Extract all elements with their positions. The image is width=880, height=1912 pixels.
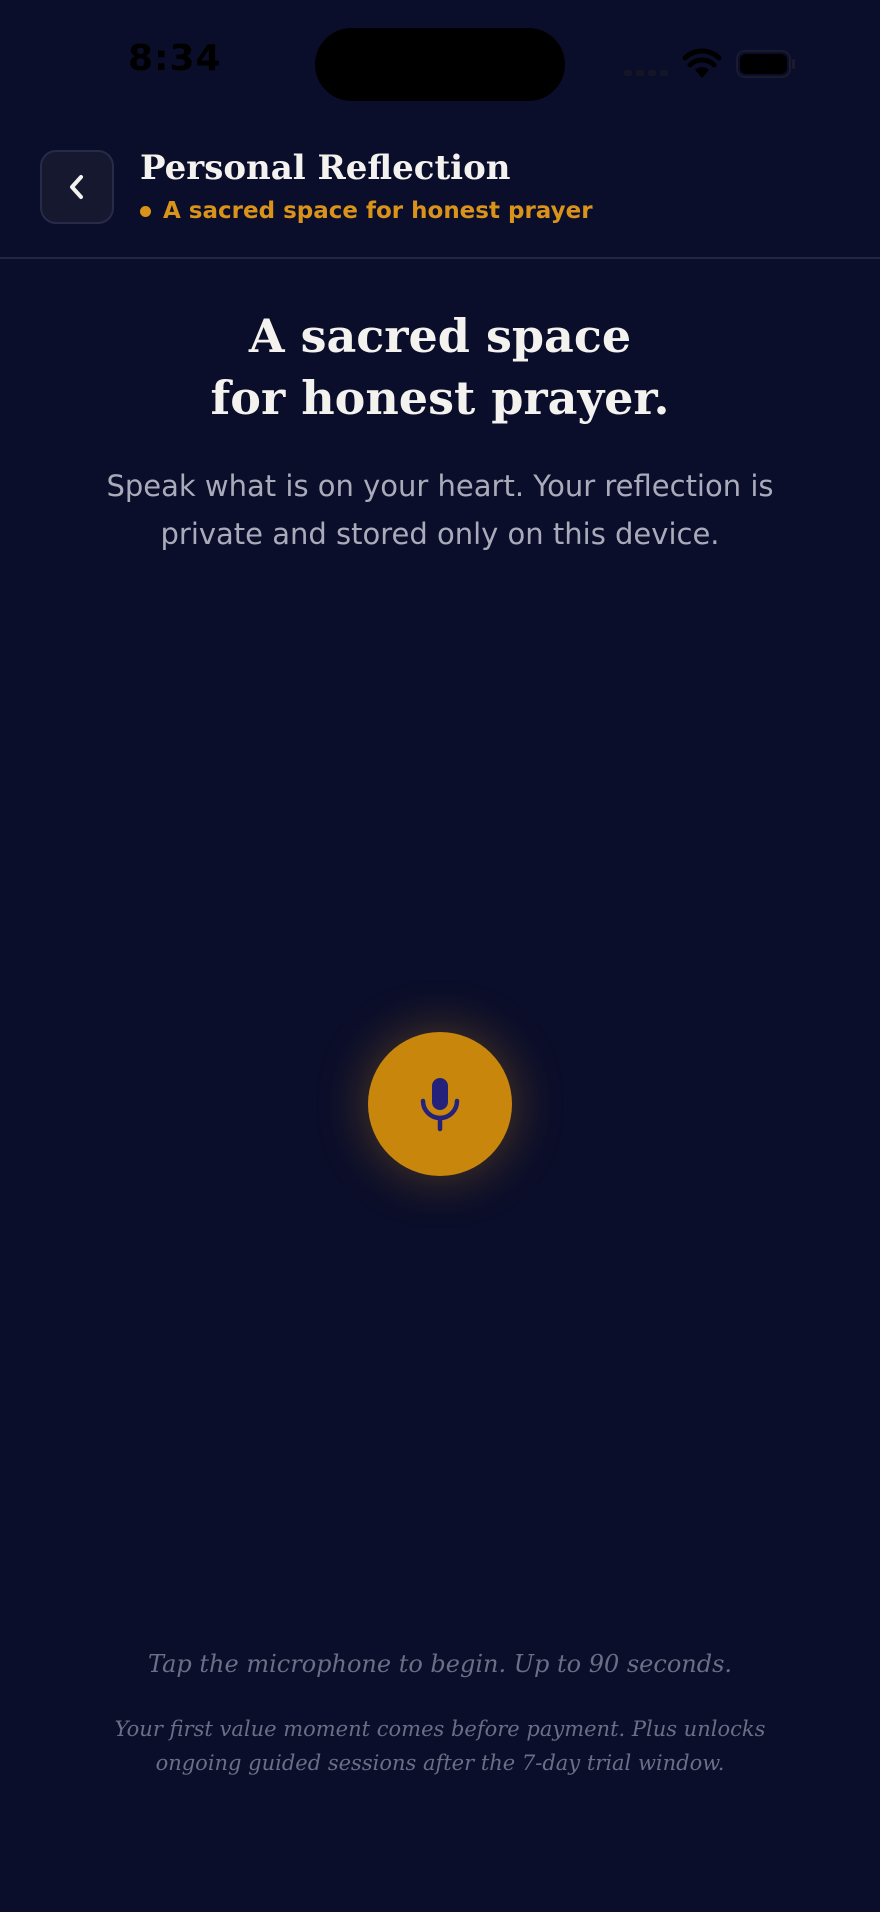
- header-subtitle: A sacred space for honest prayer: [140, 198, 593, 224]
- wifi-icon: [682, 48, 722, 78]
- microphone-button[interactable]: [368, 1032, 512, 1176]
- trial-footnote: Your first value moment comes before pay…: [114, 1717, 766, 1775]
- dynamic-island: [315, 28, 565, 101]
- battery-icon: [736, 50, 795, 78]
- status-bar: 8:34: [0, 0, 880, 120]
- hero-description: Speak what is on your heart. Your reflec…: [106, 469, 774, 551]
- microphone-icon: [420, 1078, 460, 1132]
- header-subtitle-text: A sacred space for honest prayer: [163, 198, 593, 224]
- cell-signal-icon: [624, 68, 670, 76]
- hero-title: A sacred space for honest prayer.: [0, 305, 880, 429]
- status-time: 8:34: [128, 38, 222, 79]
- hero-title-line-1: A sacred space: [248, 309, 632, 363]
- header: Personal Reflection A sacred space for h…: [0, 120, 880, 259]
- hero-title-line-2: for honest prayer.: [210, 371, 670, 425]
- header-title: Personal Reflection: [140, 148, 511, 188]
- chevron-left-icon: [70, 175, 83, 199]
- back-button[interactable]: [40, 150, 114, 224]
- recording-hint: Tap the microphone to begin. Up to 90 se…: [147, 1650, 733, 1678]
- status-dot: [140, 205, 151, 217]
